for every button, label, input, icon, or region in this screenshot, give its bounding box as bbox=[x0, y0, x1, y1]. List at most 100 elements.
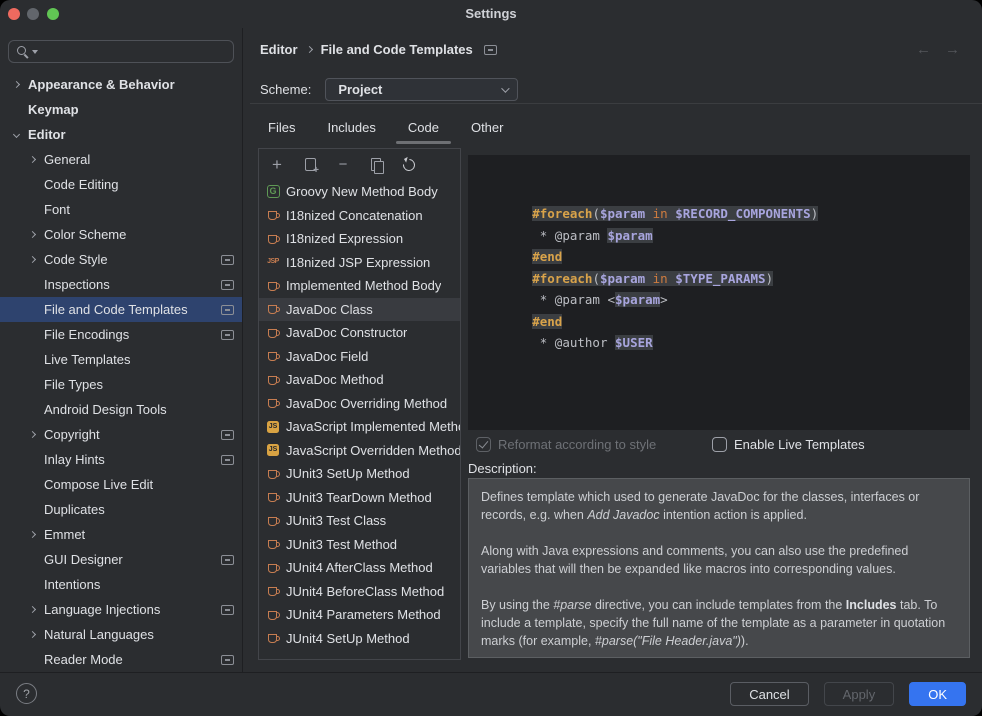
sidebar-item[interactable]: Inspections bbox=[0, 272, 242, 297]
template-code-editor[interactable]: #foreach($param in $RECORD_COMPONENTS) *… bbox=[468, 155, 970, 430]
template-list-item[interactable]: JUnit4 Parameters Method bbox=[259, 603, 460, 627]
sidebar-item[interactable]: Intentions bbox=[0, 572, 242, 597]
template-list-item[interactable]: JavaScript Overridden Method Body bbox=[259, 439, 460, 463]
template-name: JUnit3 TearDown Method bbox=[286, 490, 432, 505]
live-templates-option[interactable]: Enable Live Templates bbox=[712, 437, 865, 452]
sidebar-item[interactable]: Natural Languages bbox=[0, 622, 242, 647]
template-name: Implemented Method Body bbox=[286, 278, 441, 293]
screen-indicator-icon bbox=[221, 280, 234, 290]
forward-arrow-button[interactable]: → bbox=[945, 41, 960, 58]
chevron-icon[interactable] bbox=[29, 231, 36, 238]
reformat-checkbox[interactable] bbox=[476, 437, 491, 452]
help-button[interactable]: ? bbox=[16, 683, 37, 704]
settings-search-input[interactable] bbox=[8, 40, 234, 63]
reformat-option[interactable]: Reformat according to style bbox=[476, 437, 656, 452]
tab-other[interactable]: Other bbox=[459, 116, 516, 144]
sidebar-item-label: Code Style bbox=[44, 252, 108, 267]
code-token: $RECORD_COMPONENTS bbox=[675, 206, 810, 221]
template-list-item[interactable]: Implemented Method Body bbox=[259, 274, 460, 298]
description-segment: Add Javadoc bbox=[587, 508, 659, 522]
cancel-button[interactable]: Cancel bbox=[730, 682, 808, 706]
sidebar-item[interactable]: Emmet bbox=[0, 522, 242, 547]
duplicate-template-button[interactable] bbox=[364, 154, 388, 176]
template-list-item[interactable]: JavaDoc Method bbox=[259, 368, 460, 392]
template-list-item[interactable]: JUnit3 Test Class bbox=[259, 509, 460, 533]
remove-template-button[interactable] bbox=[331, 154, 355, 176]
template-list-item[interactable]: JavaDoc Constructor bbox=[259, 321, 460, 345]
sidebar-item[interactable]: Inlay Hints bbox=[0, 447, 242, 472]
template-list-item[interactable]: I18nized Concatenation bbox=[259, 204, 460, 228]
chevron-icon[interactable] bbox=[29, 631, 36, 638]
template-list-item[interactable]: I18nized Expression bbox=[259, 227, 460, 251]
tab-files[interactable]: Files bbox=[256, 116, 307, 144]
copy-template-button[interactable] bbox=[298, 154, 322, 176]
tab-label: Code bbox=[408, 120, 439, 135]
template-list-item[interactable]: JavaDoc Overriding Method bbox=[259, 392, 460, 416]
chevron-icon[interactable] bbox=[13, 131, 20, 138]
settings-tree: Appearance & Behavior Keymap Editor Gene… bbox=[0, 72, 242, 672]
live-templates-checkbox[interactable] bbox=[712, 437, 727, 452]
template-list-item[interactable]: I18nized JSP Expression bbox=[259, 251, 460, 275]
sidebar-item[interactable]: File Types bbox=[0, 372, 242, 397]
sidebar-item[interactable]: Font bbox=[0, 197, 242, 222]
sidebar-item-label: Reader Mode bbox=[44, 652, 123, 667]
template-list-item[interactable]: Groovy New Method Body bbox=[259, 180, 460, 204]
template-list-item[interactable]: JUnit3 TearDown Method bbox=[259, 486, 460, 510]
chevron-icon[interactable] bbox=[29, 431, 36, 438]
sidebar-item[interactable]: Code Style bbox=[0, 247, 242, 272]
description-box[interactable]: Defines template which used to generate … bbox=[468, 478, 970, 658]
sidebar-item[interactable]: Copyright bbox=[0, 422, 242, 447]
screen-indicator-icon bbox=[221, 605, 234, 615]
template-list-item[interactable]: JavaScript Implemented Method Body bbox=[259, 415, 460, 439]
reset-template-button[interactable] bbox=[397, 154, 421, 176]
code-token: > bbox=[660, 292, 668, 307]
sidebar-item[interactable]: Android Design Tools bbox=[0, 397, 242, 422]
back-arrow-button[interactable]: ← bbox=[916, 41, 931, 58]
sidebar-item[interactable]: Duplicates bbox=[0, 497, 242, 522]
template-list-item[interactable]: JUnit3 SetUp Method bbox=[259, 462, 460, 486]
template-list-item[interactable]: JavaDoc Field bbox=[259, 345, 460, 369]
template-type-icon bbox=[266, 443, 280, 457]
template-list-item[interactable]: JUnit4 BeforeClass Method bbox=[259, 580, 460, 604]
screen-indicator-icon bbox=[221, 330, 234, 340]
sidebar-item[interactable]: Appearance & Behavior bbox=[0, 72, 242, 97]
chevron-icon[interactable] bbox=[29, 156, 36, 163]
chevron-icon[interactable] bbox=[13, 81, 20, 88]
sidebar-item[interactable]: General bbox=[0, 147, 242, 172]
breadcrumb-parent[interactable]: Editor bbox=[260, 42, 298, 57]
chevron-icon[interactable] bbox=[29, 531, 36, 538]
tab-label: Includes bbox=[327, 120, 375, 135]
chevron-down-icon bbox=[501, 84, 509, 92]
settings-dialog: Settings Appearance & Behavior Keymap Ed… bbox=[0, 0, 982, 716]
chevron-icon[interactable] bbox=[29, 606, 36, 613]
ok-button[interactable]: OK bbox=[909, 682, 966, 706]
title-bar[interactable]: Settings bbox=[0, 0, 982, 28]
sidebar-item[interactable]: GUI Designer bbox=[0, 547, 242, 572]
add-template-button[interactable] bbox=[265, 154, 289, 176]
sidebar-item[interactable]: Compose Live Edit bbox=[0, 472, 242, 497]
sidebar-item[interactable]: File and Code Templates bbox=[0, 297, 242, 322]
sidebar-item[interactable]: Language Injections bbox=[0, 597, 242, 622]
code-token: $param bbox=[615, 292, 660, 307]
header-divider bbox=[250, 103, 982, 104]
sidebar-item[interactable]: Editor bbox=[0, 122, 242, 147]
sidebar-item[interactable]: Color Scheme bbox=[0, 222, 242, 247]
sidebar-item[interactable]: Keymap bbox=[0, 97, 242, 122]
sidebar-item[interactable]: Live Templates bbox=[0, 347, 242, 372]
sidebar-item[interactable]: Reader Mode bbox=[0, 647, 242, 672]
description-paragraph: By using the #parse directive, you can i… bbox=[481, 596, 957, 650]
tab-code[interactable]: Code bbox=[396, 116, 451, 144]
search-history-caret-icon bbox=[32, 50, 38, 54]
scheme-dropdown[interactable]: Project bbox=[325, 78, 518, 101]
template-list-item[interactable]: JUnit4 SetUp Method bbox=[259, 627, 460, 651]
description-label: Description: bbox=[468, 461, 537, 476]
apply-button[interactable]: Apply bbox=[824, 682, 895, 706]
sidebar-item[interactable]: File Encodings bbox=[0, 322, 242, 347]
template-list-item[interactable]: JUnit3 Test Method bbox=[259, 533, 460, 557]
code-token: in bbox=[653, 206, 668, 221]
template-list-item[interactable]: JavaDoc Class bbox=[259, 298, 460, 322]
template-list-item[interactable]: JUnit4 AfterClass Method bbox=[259, 556, 460, 580]
chevron-icon[interactable] bbox=[29, 256, 36, 263]
sidebar-item[interactable]: Code Editing bbox=[0, 172, 242, 197]
tab-includes[interactable]: Includes bbox=[315, 116, 387, 144]
